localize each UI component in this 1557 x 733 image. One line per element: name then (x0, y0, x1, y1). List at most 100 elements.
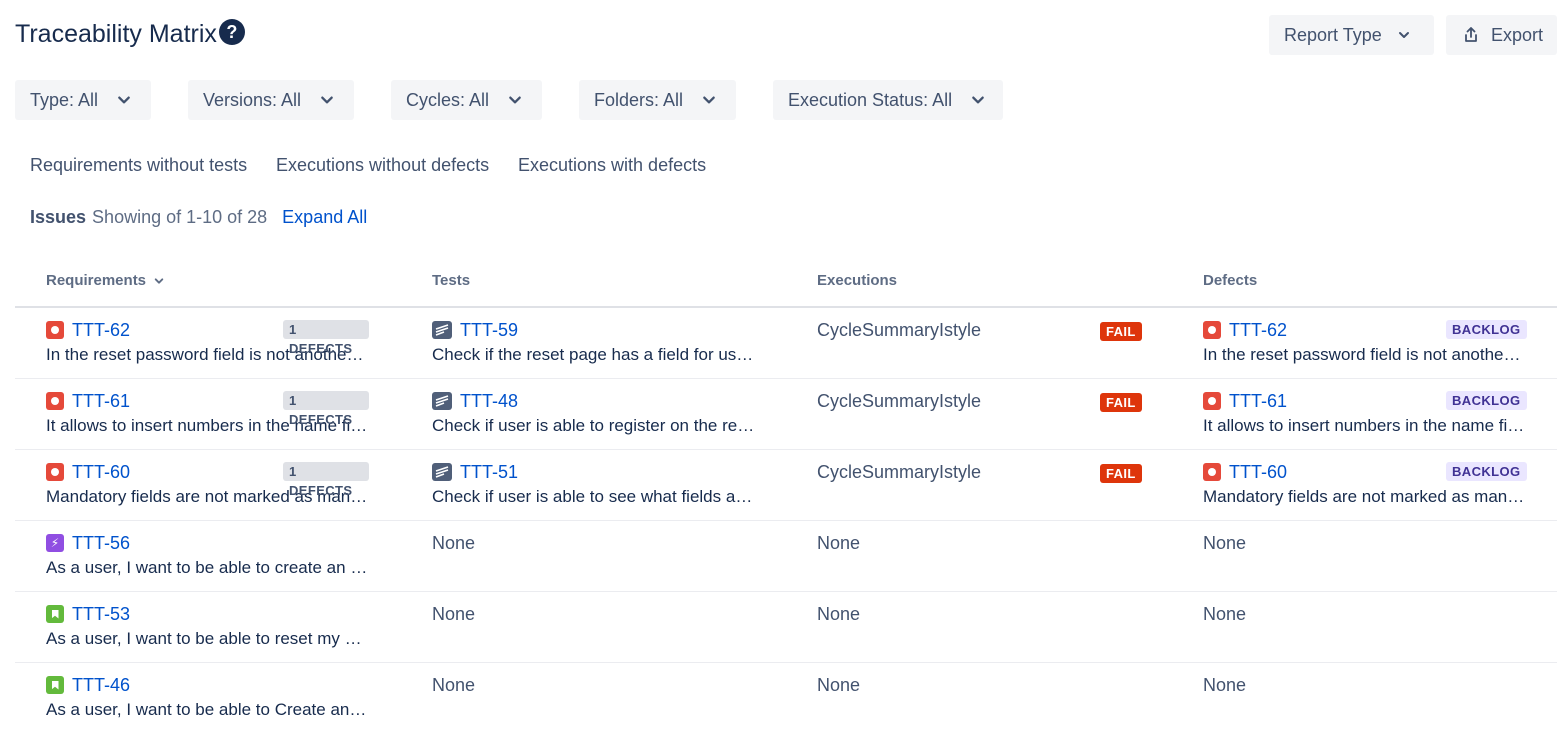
empty-value: None (432, 675, 476, 695)
execution-cycle-link[interactable]: CycleSummaryIstyle (817, 391, 981, 411)
filter-type[interactable]: Type: All (15, 80, 151, 120)
defects-count-badge: 1 DEFECTS (283, 462, 369, 498)
defect-status-badge: BACKLOG (1446, 391, 1527, 410)
test-cell: None (432, 533, 475, 554)
test-cell: TTT-48 Check if user is able to register… (432, 391, 755, 436)
column-header-tests: Tests (432, 272, 471, 289)
story-icon (46, 605, 64, 623)
defect-status-badge: BACKLOG (1446, 462, 1527, 481)
defect-summary: In the reset password field is not anoth… (1203, 345, 1526, 364)
filter-execution-status[interactable]: Execution Status: All (773, 80, 1003, 120)
chevron-down-icon (509, 96, 521, 104)
requirement-cell: TTT-61 It allows to insert numbers in th… (46, 391, 369, 436)
empty-value: None (817, 604, 861, 624)
filter-versions[interactable]: Versions: All (188, 80, 354, 120)
execution-cell: None (817, 533, 860, 554)
issues-label: Issues (30, 207, 87, 227)
bug-icon (46, 321, 64, 339)
execution-cell: None (817, 604, 860, 625)
page-header: Traceability Matrix ? (15, 17, 245, 51)
requirement-key-link[interactable]: TTT-61 (72, 391, 130, 412)
table-row: TTT-61 It allows to insert numbers in th… (15, 379, 1557, 450)
bug-icon (1203, 321, 1221, 339)
execution-status-badge: FAIL (1100, 322, 1142, 341)
table-row: TTT-46 As a user, I want to be able to C… (15, 663, 1557, 733)
page-title: Traceability Matrix (15, 20, 217, 48)
defect-key-link[interactable]: TTT-62 (1229, 320, 1287, 341)
requirement-cell: TTT-46 As a user, I want to be able to C… (46, 675, 369, 720)
test-key-link[interactable]: TTT-51 (460, 462, 518, 483)
table-row: ⚡ TTT-56 As a user, I want to be able to… (15, 521, 1557, 592)
filter-cycles[interactable]: Cycles: All (391, 80, 542, 120)
export-icon (1465, 27, 1477, 42)
execution-cycle-link[interactable]: CycleSummaryIstyle (817, 320, 981, 340)
test-icon (432, 392, 452, 410)
report-type-button[interactable]: Report Type (1269, 15, 1434, 55)
column-header-requirements[interactable]: Requirements (46, 272, 164, 290)
chevron-down-icon (321, 96, 333, 104)
empty-value: None (817, 675, 861, 695)
epic-icon: ⚡ (46, 534, 64, 552)
export-button[interactable]: Export (1446, 15, 1557, 55)
column-header-label: Requirements (46, 272, 147, 289)
table-row: TTT-60 Mandatory fields are not marked a… (15, 450, 1557, 521)
empty-value: None (1203, 533, 1247, 553)
column-header-defects: Defects (1203, 272, 1258, 289)
table-row: TTT-53 As a user, I want to be able to r… (15, 592, 1557, 663)
requirement-summary: As a user, I want to be able to reset my… (46, 629, 369, 648)
defect-cell: None (1203, 533, 1246, 554)
test-icon (432, 321, 452, 339)
quick-filter-executions-without-defects[interactable]: Executions without defects (276, 155, 489, 175)
empty-value: None (1203, 604, 1247, 624)
filter-label: Versions: All (203, 89, 302, 110)
help-icon[interactable]: ? (218, 19, 245, 45)
quick-filter-requirements-without-tests[interactable]: Requirements without tests (30, 155, 247, 175)
requirement-key-link[interactable]: TTT-53 (72, 604, 130, 625)
bug-icon (1203, 392, 1221, 410)
requirement-key-link[interactable]: TTT-60 (72, 462, 130, 483)
empty-value: None (817, 533, 861, 553)
requirement-key-link[interactable]: TTT-56 (72, 533, 130, 554)
test-key-link[interactable]: TTT-59 (460, 320, 518, 341)
test-summary: Check if user is able to see what fields… (432, 487, 755, 506)
execution-cell: CycleSummaryIstyle FAIL (817, 391, 1142, 412)
test-cell: None (432, 604, 475, 625)
chevron-down-icon (1398, 32, 1409, 38)
requirement-summary: As a user, I want to be able to Create a… (46, 700, 369, 719)
test-summary: Check if the reset page has a field for … (432, 345, 755, 364)
empty-value: None (1203, 675, 1247, 695)
chevron-down-icon (154, 278, 164, 284)
execution-status-badge: FAIL (1100, 464, 1142, 483)
story-icon (46, 676, 64, 694)
chevron-down-icon (972, 96, 984, 104)
defects-count-badge: 1 DEFECTS (283, 391, 369, 427)
test-key-link[interactable]: TTT-48 (460, 391, 518, 412)
filter-folders[interactable]: Folders: All (579, 80, 736, 120)
issues-count: Showing of 1-10 of 28 (92, 207, 268, 227)
filter-label: Cycles: All (406, 89, 490, 110)
bug-icon (1203, 463, 1221, 481)
bug-icon (46, 392, 64, 410)
defect-key-link[interactable]: TTT-61 (1229, 391, 1287, 412)
defect-cell: TTT-60 Mandatory fields are not marked a… (1203, 462, 1527, 507)
defect-summary: Mandatory fields are not marked as manda… (1203, 487, 1526, 506)
expand-all-link[interactable]: Expand All (282, 207, 367, 227)
test-summary: Check if user is able to register on the… (432, 416, 755, 435)
quick-filter-executions-with-defects[interactable]: Executions with defects (518, 155, 706, 175)
filter-label: Execution Status: All (788, 89, 953, 110)
requirement-cell: TTT-60 Mandatory fields are not marked a… (46, 462, 369, 507)
empty-value: None (432, 604, 476, 624)
chevron-down-icon (703, 96, 715, 104)
column-header-executions: Executions (817, 272, 898, 289)
requirement-key-link[interactable]: TTT-62 (72, 320, 130, 341)
issues-summary: Issues Showing of 1-10 of 28 Expand All (30, 207, 367, 227)
defect-cell: TTT-62 In the reset password field is no… (1203, 320, 1527, 365)
requirement-cell: TTT-62 In the reset password field is no… (46, 320, 369, 365)
execution-cell: CycleSummaryIstyle FAIL (817, 462, 1142, 483)
requirement-key-link[interactable]: TTT-46 (72, 675, 130, 696)
export-label: Export (1491, 24, 1544, 45)
defect-key-link[interactable]: TTT-60 (1229, 462, 1287, 483)
table-row: TTT-62 In the reset password field is no… (15, 308, 1557, 379)
requirement-cell: TTT-53 As a user, I want to be able to r… (46, 604, 369, 649)
execution-cycle-link[interactable]: CycleSummaryIstyle (817, 462, 981, 482)
